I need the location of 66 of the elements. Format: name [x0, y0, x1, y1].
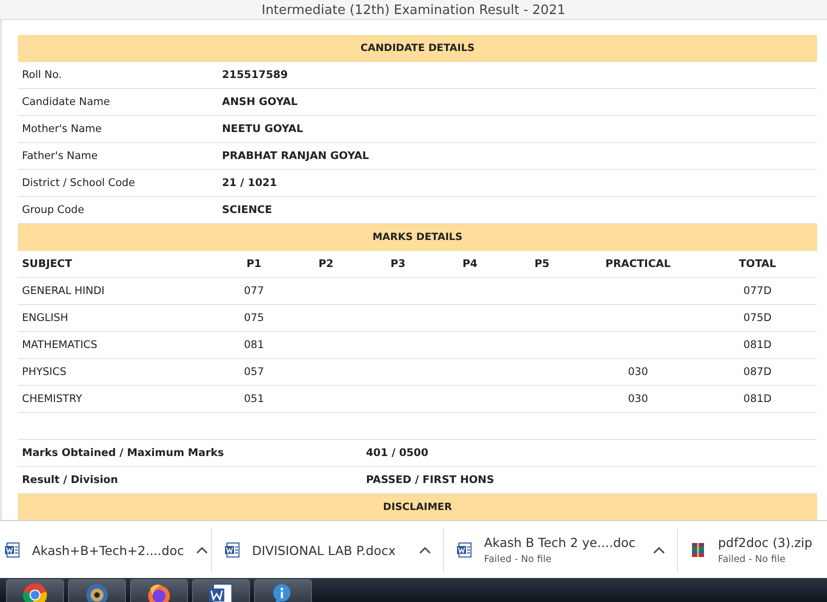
column-header: TOTAL: [738, 258, 778, 270]
file-name: DIVISIONAL LAB P.docx: [252, 542, 397, 558]
summary-value: PASSED / FIRST HONS: [365, 474, 494, 486]
field-label: Candidate Name: [21, 96, 111, 108]
column-header: P1: [245, 258, 262, 270]
table-cell-text: PHYSICS: [21, 366, 68, 378]
media-player-icon[interactable]: [84, 582, 110, 602]
download-item[interactable]: Akash+B+Tech+2....doc: [0, 528, 212, 572]
table-cell-text: 077D: [742, 285, 773, 297]
field-value: ANSH GOYAL: [221, 96, 298, 108]
archive-icon: [690, 542, 706, 558]
document-icon: [456, 542, 472, 558]
table-cell-text: 075D: [742, 312, 773, 324]
column-header: P4: [461, 258, 478, 270]
field-label: Group Code: [21, 204, 86, 216]
document-icon: [224, 542, 240, 558]
table-cell-text: 030: [626, 393, 650, 405]
field-value: NEETU GOYAL: [221, 123, 304, 135]
table-cell-text: ENGLISH: [21, 312, 70, 324]
browser-icon[interactable]: [22, 582, 48, 602]
table-cell-text: 077: [242, 285, 266, 297]
column-header: P3: [389, 258, 406, 270]
summary-label: Marks Obtained / Maximum Marks: [21, 447, 225, 459]
file-name: pdf2doc (3).zip: [718, 535, 814, 550]
table-cell-text: CHEMISTRY: [21, 393, 84, 405]
download-status: Failed - No file: [484, 554, 552, 565]
field-label: Father's Name: [21, 150, 99, 162]
word-processor-icon[interactable]: [208, 582, 234, 602]
field-value: 215517589: [221, 69, 288, 81]
table-cell-text: 081D: [742, 339, 773, 351]
summary-label: Result / Division: [21, 474, 119, 486]
caret-icon[interactable]: [653, 546, 665, 554]
field-value: PRABHAT RANJAN GOYAL: [221, 150, 369, 162]
section-header: DISCLAIMER: [18, 494, 817, 521]
field-label: District / School Code: [21, 177, 136, 189]
field-label: Mother's Name: [21, 123, 103, 135]
table-cell-text: 057: [242, 366, 266, 378]
browser-icon[interactable]: [146, 582, 172, 602]
download-item[interactable]: pdf2doc (3).zip Failed - No file: [678, 528, 827, 572]
page-title: Intermediate (12th) Examination Result - 2021: [262, 3, 566, 19]
column-header: SUBJECT: [21, 258, 74, 270]
column-header: P2: [317, 258, 334, 270]
document-icon: [4, 542, 20, 558]
file-name: Akash+B+Tech+2....doc: [32, 542, 184, 558]
column-header: P5: [533, 258, 550, 270]
table-cell-text: GENERAL HINDI: [21, 285, 106, 297]
section-header: MARKS DETAILS: [18, 224, 817, 251]
table-cell-text: MATHEMATICS: [21, 339, 98, 351]
field-value: SCIENCE: [221, 204, 272, 216]
section-header: CANDIDATE DETAILS: [18, 35, 817, 62]
table-cell-text: 030: [626, 366, 650, 378]
download-status: Failed - No file: [718, 554, 786, 565]
field-label: Roll No.: [21, 69, 63, 81]
caret-icon[interactable]: [419, 546, 431, 554]
caret-icon[interactable]: [196, 546, 208, 554]
summary-value: 401 / 0500: [365, 447, 428, 459]
download-item[interactable]: Akash B Tech 2 ye....doc Failed - No file: [444, 528, 678, 572]
table-cell-text: 081D: [742, 393, 773, 405]
field-value: 21 / 1021: [221, 177, 277, 189]
table-cell-text: 051: [242, 393, 266, 405]
table-cell-text: 075: [242, 312, 266, 324]
download-item[interactable]: DIVISIONAL LAB P.docx: [212, 528, 444, 572]
file-name: Akash B Tech 2 ye....doc: [484, 535, 637, 550]
column-header: PRACTICAL: [604, 258, 672, 270]
table-cell-text: 081: [242, 339, 266, 351]
table-cell-text: 087D: [742, 366, 773, 378]
